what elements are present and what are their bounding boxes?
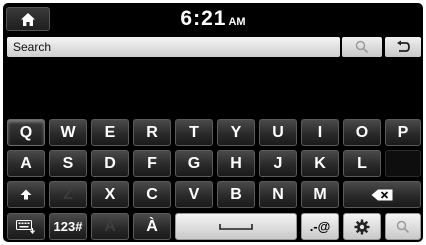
key-n[interactable]: N: [259, 181, 297, 208]
key-h[interactable]: H: [217, 150, 255, 177]
key-o[interactable]: O: [343, 119, 381, 146]
key-x[interactable]: X: [91, 181, 129, 208]
search-input[interactable]: [7, 37, 340, 57]
settings-key[interactable]: [343, 213, 381, 240]
key-y[interactable]: Y: [217, 119, 255, 146]
key-j[interactable]: J: [259, 150, 297, 177]
back-button[interactable]: [385, 37, 421, 57]
key-empty: [385, 150, 421, 177]
gear-icon: [354, 219, 370, 234]
key-v[interactable]: V: [175, 181, 213, 208]
search-key[interactable]: [385, 213, 421, 240]
search-icon: [355, 40, 369, 54]
search-icon: [396, 220, 410, 233]
key-g[interactable]: G: [175, 150, 213, 177]
clock-ampm: AM: [228, 16, 246, 28]
key-a-grave[interactable]: À: [133, 213, 171, 240]
keyboard: Q W E R T Y U I O P A S D F G H J K L Z …: [3, 115, 423, 242]
search-button[interactable]: [342, 37, 382, 57]
status-bar: 6:21 AM: [3, 3, 423, 33]
key-p[interactable]: P: [385, 119, 421, 146]
shift-key[interactable]: [7, 181, 45, 208]
key-z[interactable]: Z: [49, 181, 87, 208]
symbols-key[interactable]: .-@: [301, 213, 339, 240]
backspace-icon: [371, 189, 393, 200]
keyboard-switch-icon: [16, 219, 35, 234]
space-key[interactable]: [175, 213, 297, 240]
key-t[interactable]: T: [175, 119, 213, 146]
key-f[interactable]: F: [133, 150, 171, 177]
shift-up-icon: [20, 189, 32, 200]
key-k[interactable]: K: [301, 150, 339, 177]
back-arrow-icon: [397, 40, 410, 52]
search-row: [3, 36, 423, 61]
clock-time: 6:21: [180, 7, 227, 30]
key-r[interactable]: R: [133, 119, 171, 146]
numbers-key[interactable]: 123#: [49, 213, 87, 240]
key-c[interactable]: C: [133, 181, 171, 208]
backspace-key[interactable]: [343, 181, 421, 208]
key-a[interactable]: A: [7, 150, 45, 177]
key-b[interactable]: B: [217, 181, 255, 208]
space-bar-icon: [219, 223, 253, 230]
key-s[interactable]: S: [49, 150, 87, 177]
key-m[interactable]: M: [301, 181, 339, 208]
screen: 6:21AM Q W E R T Y U I O P A S: [3, 3, 423, 242]
key-q[interactable]: Q: [7, 119, 45, 146]
key-w[interactable]: W: [49, 119, 87, 146]
keyboard-switch-key[interactable]: [7, 213, 45, 240]
clock: 6:21 AM: [3, 7, 423, 31]
key-i[interactable]: I: [301, 119, 339, 146]
key-e[interactable]: E: [91, 119, 129, 146]
key-d[interactable]: D: [91, 150, 129, 177]
key-a-accent[interactable]: A: [91, 213, 129, 240]
key-l[interactable]: L: [343, 150, 381, 177]
key-u[interactable]: U: [259, 119, 297, 146]
